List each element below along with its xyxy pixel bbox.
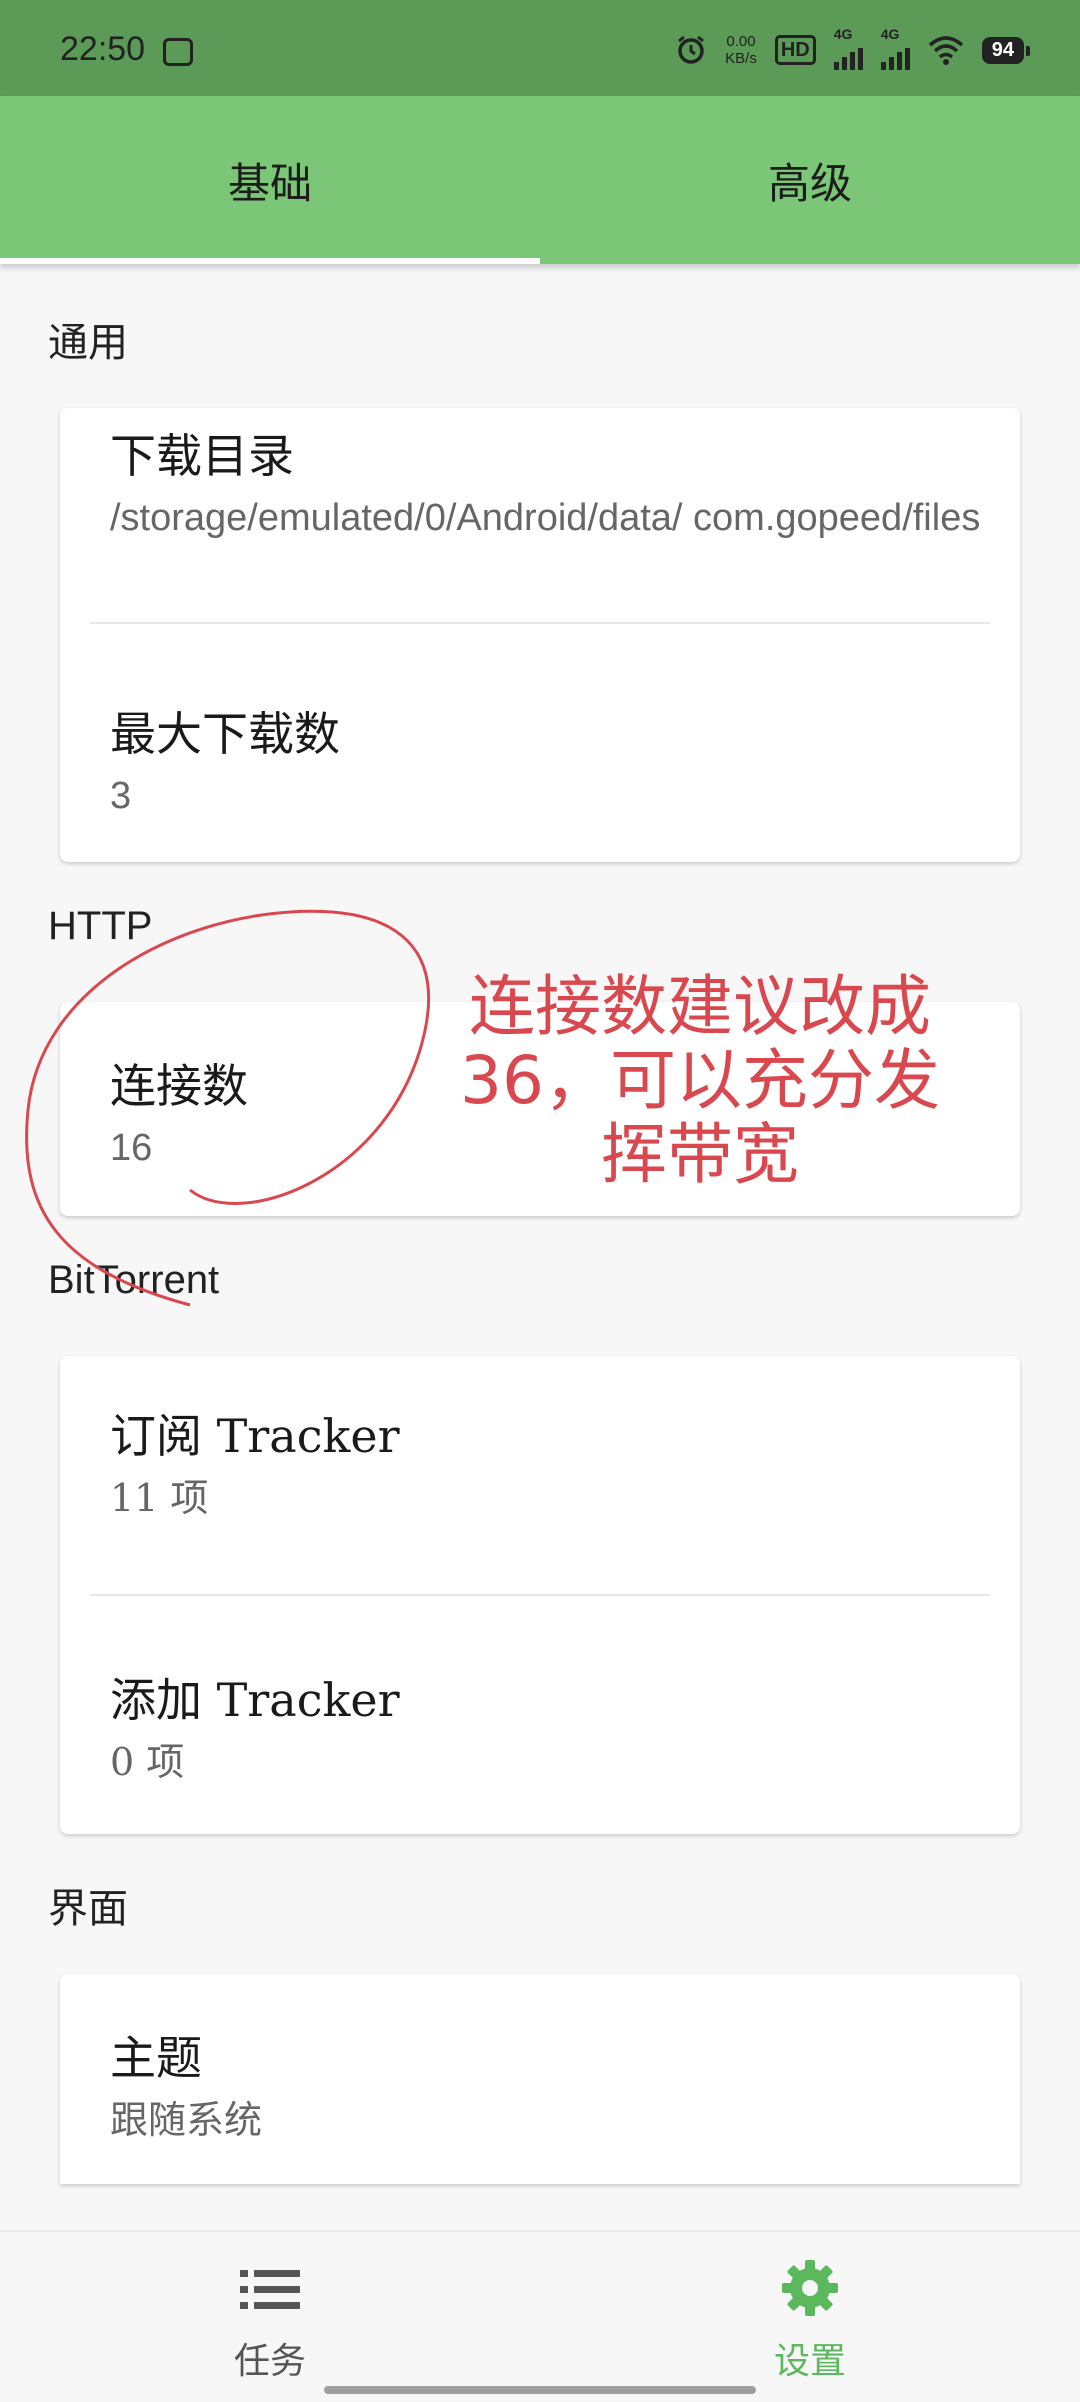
- setting-value: 0 项: [110, 1740, 185, 1784]
- nav-label-settings: 设置: [773, 2341, 846, 2382]
- ui-settings-card: 主题 跟随系统: [60, 1974, 1020, 2184]
- tab-advanced[interactable]: 高级: [540, 96, 1080, 264]
- section-title-general: 通用: [48, 320, 128, 366]
- list-icon: [240, 2270, 300, 2309]
- battery-indicator: 94: [981, 36, 1031, 64]
- setting-title: 添加 Tracker: [110, 1673, 400, 1727]
- setting-add-tracker[interactable]: 添加 Tracker 0 项: [110, 1664, 990, 1790]
- network-speed-value: 0.00: [726, 33, 756, 50]
- screen-record-icon: [163, 38, 193, 66]
- setting-title: 下载目录: [110, 429, 294, 483]
- annotation-note: 连接数建议改成 36，可以充分发 挥带宽: [420, 970, 980, 1192]
- divider: [90, 622, 990, 624]
- section-title-ui: 界面: [48, 1886, 128, 1932]
- setting-value: 3: [110, 775, 132, 817]
- signal-sim1-icon: 4G: [833, 26, 863, 70]
- wifi-icon: [928, 36, 963, 65]
- alarm-icon: [678, 35, 705, 64]
- tab-indicator: [0, 258, 540, 264]
- status-time: 22:50: [60, 30, 146, 68]
- signal-sim2-icon: 4G: [880, 26, 910, 70]
- setting-value: 11 项: [110, 1476, 209, 1520]
- setting-title: 订阅 Tracker: [110, 1409, 400, 1463]
- nav-settings[interactable]: 设置: [540, 2232, 1080, 2402]
- annotation-line-3: 挥带宽: [601, 1116, 799, 1193]
- status-bar: 22:50 0.00 KB/s HD 4G 4G 94: [0, 0, 1080, 96]
- annotation-line-1: 连接数建议改成: [469, 968, 931, 1045]
- divider: [90, 1594, 990, 1596]
- setting-download-directory[interactable]: 下载目录 /storage/emulated/0/Android/data/ c…: [110, 420, 990, 546]
- home-indicator[interactable]: [324, 2386, 756, 2394]
- setting-title: 主题: [110, 2031, 202, 2085]
- annotation-line-2: 36，可以充分发: [460, 1042, 940, 1119]
- settings-tab-bar: 基础 高级: [0, 96, 1080, 264]
- network-speed: 0.00 KB/s: [725, 33, 757, 67]
- tab-basic[interactable]: 基础: [0, 96, 540, 264]
- annotation-circle: [25, 909, 431, 1307]
- sim2-network-label: 4G: [880, 26, 900, 42]
- setting-value: /storage/emulated/0/Android/data/ com.go…: [110, 497, 981, 539]
- general-settings-card: 下载目录 /storage/emulated/0/Android/data/ c…: [60, 408, 1020, 862]
- bottom-navigation: 任务 设置: [0, 2230, 1080, 2400]
- setting-max-downloads[interactable]: 最大下载数 3: [110, 698, 990, 824]
- setting-subscribe-tracker[interactable]: 订阅 Tracker 11 项: [110, 1400, 990, 1526]
- nav-tasks[interactable]: 任务: [0, 2232, 540, 2402]
- status-icons: 0.00 KB/s HD 4G 4G 94: [675, 26, 1031, 72]
- bittorrent-settings-card: 订阅 Tracker 11 项 添加 Tracker 0 项: [60, 1356, 1020, 1834]
- setting-title: 最大下载数: [110, 707, 340, 761]
- hd-voice-icon: HD: [774, 35, 816, 65]
- setting-value: 跟随系统: [110, 2098, 263, 2142]
- setting-theme[interactable]: 主题 跟随系统: [110, 2022, 990, 2148]
- nav-label-tasks: 任务: [233, 2341, 306, 2382]
- sim1-network-label: 4G: [833, 26, 853, 42]
- network-speed-unit: KB/s: [725, 50, 757, 67]
- gear-icon: [782, 2260, 838, 2316]
